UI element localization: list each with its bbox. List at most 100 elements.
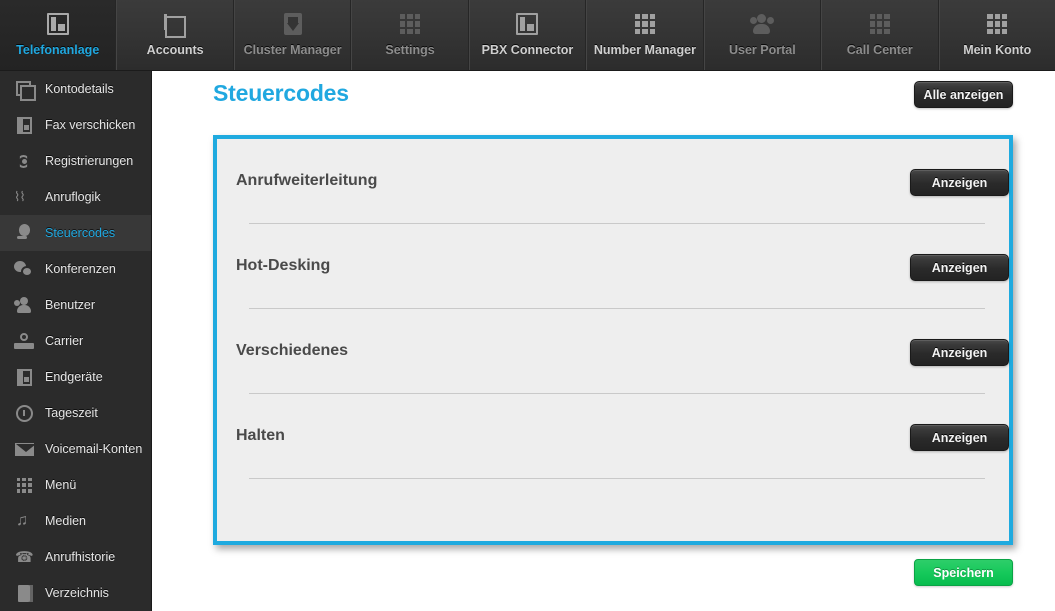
sidebar-item-label: Verzeichnis [45, 586, 109, 600]
topnav-item-mein-konto[interactable]: Mein Konto [938, 0, 1055, 70]
sidebar-item-anruflogik[interactable]: ⌇⌇ Anruflogik [0, 179, 151, 215]
topnav-item-settings[interactable]: Settings [351, 0, 469, 70]
topnav-item-telefonanlage[interactable]: Telefonanlage [0, 0, 117, 70]
grid-icon [634, 14, 655, 34]
sidebar-item-label: Fax verschicken [45, 118, 136, 132]
envelope-icon [14, 442, 36, 456]
sidebar-icon-wrap [12, 258, 36, 280]
sidebar-item-fax-verschicken[interactable]: Fax verschicken [0, 107, 151, 143]
control-codes-list: Anrufweiterleitung Anzeigen Hot-Desking Anz… [217, 139, 1009, 479]
people-icon [750, 14, 775, 34]
topnav-item-label: Cluster Manager [243, 43, 342, 57]
sidebar-icon-wrap [12, 438, 36, 460]
sidebar-item-men-[interactable]: Menü [0, 467, 151, 503]
sidebar-icon-wrap [12, 474, 36, 496]
control-codes-panel: Anrufweiterleitung Anzeigen Hot-Desking Anz… [213, 135, 1013, 545]
sidebar-item-label: Registrierungen [45, 154, 134, 168]
topnav-icon-wrap [46, 9, 69, 39]
download-icon [283, 13, 302, 35]
sidebar-item-endger-te[interactable]: Endgeräte [0, 359, 151, 395]
topnav-icon-wrap [750, 9, 775, 39]
topnav-item-user-portal[interactable]: User Portal [703, 0, 822, 70]
panes-icon [516, 13, 539, 35]
topnav-item-call-center[interactable]: Call Center [821, 0, 939, 70]
topnav-icon-wrap [164, 9, 187, 39]
control-code-title: Verschiedenes [236, 342, 349, 359]
sidebar-icon-wrap [12, 366, 36, 388]
sidebar-icon-wrap [12, 222, 36, 244]
topnav-icon-wrap [869, 9, 890, 39]
sidebar-item-konferenzen[interactable]: Konferenzen [0, 251, 151, 287]
save-button[interactable]: Speichern [914, 559, 1013, 586]
control-code-row: Verschiedenes Anzeigen [217, 309, 1009, 394]
topnav-icon-wrap [634, 9, 655, 39]
topnav-item-pbx-connector[interactable]: PBX Connector [468, 0, 587, 70]
router-icon [14, 332, 34, 350]
sidebar-item-label: Endgeräte [45, 370, 103, 384]
show-row-button[interactable]: Anzeigen [910, 339, 1009, 366]
grid-icon [16, 477, 32, 493]
sidebar-item-label: Tageszeit [45, 406, 98, 420]
sidebar-item-benutzer[interactable]: Benutzer [0, 287, 151, 323]
show-row-button[interactable]: Anzeigen [910, 254, 1009, 281]
sidebar-item-label: Anruflogik [45, 190, 101, 204]
sidebar-item-label: Carrier [45, 334, 84, 348]
sidebar-icon-wrap [12, 150, 36, 172]
sidebar-item-label: Medien [45, 514, 86, 528]
topnav-item-accounts[interactable]: Accounts [116, 0, 234, 70]
sidebar-item-label: Steuercodes [45, 226, 116, 240]
book-icon [18, 584, 33, 602]
clock-icon [15, 404, 33, 422]
topnav-item-label: Accounts [146, 43, 204, 57]
note-icon: ♫ [16, 512, 28, 529]
main-content-area: Steuercodes Alle anzeigen Anrufweiterlei… [152, 71, 1055, 611]
topnav-item-number-manager[interactable]: Number Manager [586, 0, 704, 70]
bubbles-icon [14, 260, 34, 278]
copy-icon [16, 81, 36, 101]
row-divider [249, 478, 985, 479]
top-navigation-bar: Telefonanlage Accounts Cluster Manager Sett… [0, 0, 1055, 71]
sidebar-icon-wrap [12, 294, 36, 316]
topnav-item-cluster-manager[interactable]: Cluster Manager [233, 0, 352, 70]
sidebar-item-medien[interactable]: ♫ Medien [0, 503, 151, 539]
control-code-row: Anrufweiterleitung Anzeigen [217, 139, 1009, 224]
sidebar-icon-wrap: ☎ [12, 546, 36, 568]
sidebar-item-anrufhistorie[interactable]: ☎ Anrufhistorie [0, 539, 151, 575]
sidebar-item-verzeichnis[interactable]: Verzeichnis [0, 575, 151, 611]
wifi-icon [13, 154, 35, 168]
sidebar-item-kontodetails[interactable]: Kontodetails [0, 71, 151, 107]
topnav-item-label: Settings [385, 43, 435, 57]
control-code-title: Halten [236, 427, 285, 444]
show-row-button[interactable]: Anzeigen [910, 169, 1009, 196]
window-icon [164, 14, 187, 38]
panes-icon [46, 13, 69, 35]
sidebar-icon-wrap [12, 582, 36, 604]
topnav-item-label: Call Center [846, 43, 913, 57]
sidebar-item-carrier[interactable]: Carrier [0, 323, 151, 359]
topnav-item-label: PBX Connector [481, 43, 574, 57]
sidebar-item-label: Menü [45, 478, 77, 492]
users-icon [14, 297, 34, 313]
sidebar-icon-wrap: ♫ [12, 510, 36, 532]
topnav-item-label: Mein Konto [963, 43, 1032, 57]
topnav-icon-wrap [987, 9, 1008, 39]
show-row-button[interactable]: Anzeigen [910, 424, 1009, 451]
control-code-title: Anrufweiterleitung [236, 172, 378, 189]
mic-icon [16, 224, 32, 242]
sidebar-item-voicemail-konten[interactable]: Voicemail-Konten [0, 431, 151, 467]
grid-icon [400, 14, 421, 34]
grid-icon [869, 14, 890, 34]
topnav-item-label: User Portal [728, 43, 796, 57]
sidebar-item-steuercodes[interactable]: Steuercodes [0, 215, 151, 251]
show-all-button[interactable]: Alle anzeigen [914, 81, 1013, 108]
sidebar-item-registrierungen[interactable]: Registrierungen [0, 143, 151, 179]
sidebar-icon-wrap [12, 330, 36, 352]
sidebar-item-tageszeit[interactable]: Tageszeit [0, 395, 151, 431]
sidebar-icon-wrap: ⌇⌇ [12, 186, 36, 208]
wave-icon: ⌇⌇ [14, 189, 26, 204]
topnav-icon-wrap [283, 9, 302, 39]
sidebar-item-label: Voicemail-Konten [45, 442, 143, 456]
sidebar-item-label: Anrufhistorie [45, 550, 116, 564]
doc-icon [16, 368, 32, 386]
sidebar-icon-wrap [12, 78, 36, 101]
